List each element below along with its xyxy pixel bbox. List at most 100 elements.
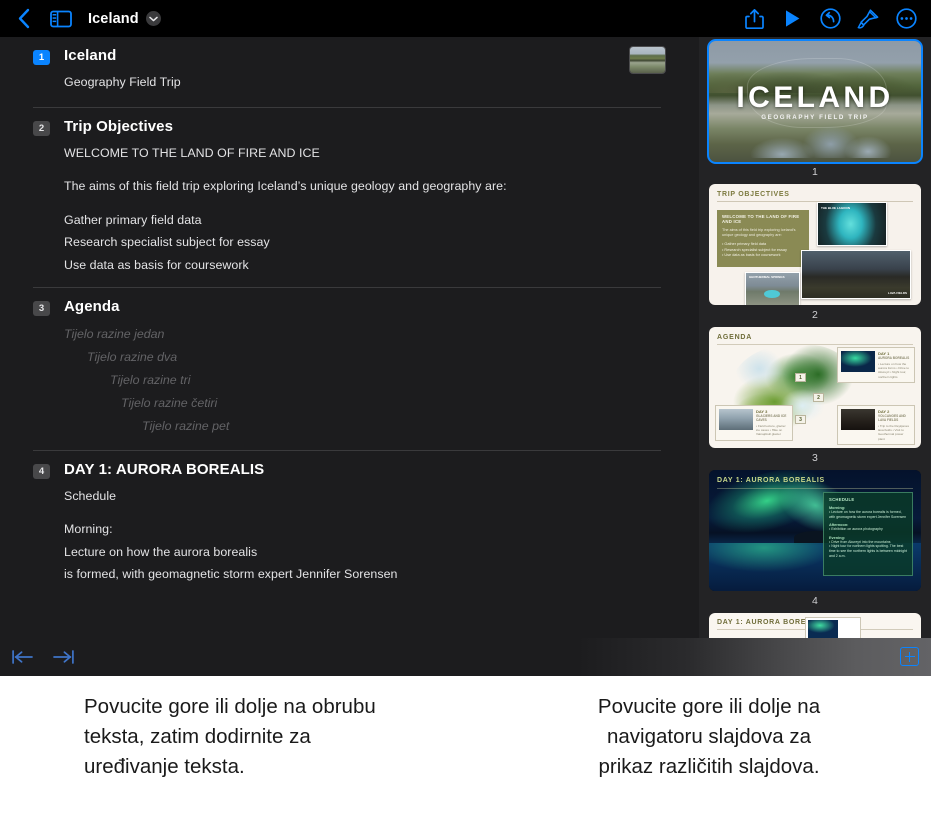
card-subtitle: VOLCANOES AND LAVA FIELDS — [878, 414, 906, 422]
slide-number-badge[interactable]: 1 — [33, 50, 50, 65]
card-subtitle: AURORA BOREALIS — [878, 356, 910, 360]
schedule-item: • Exhibition on aurora photography — [829, 527, 883, 532]
outline-slide-title[interactable]: DAY 1: AURORA BOREALIS — [64, 461, 264, 478]
ellipsis-circle-icon[interactable] — [887, 2, 925, 36]
text-box: WELCOME TO THE LAND OF FIRE AND ICE The … — [717, 210, 809, 267]
outline-placeholder-line[interactable]: Tijelo razine tri — [64, 369, 699, 392]
outline-slide-title[interactable]: Iceland — [64, 47, 116, 64]
text-box-bullet: • Use data as basis for coursework — [722, 253, 781, 258]
agenda-card-day3: DAY 3 GLACIERS AND ICE CAVES • Field lec… — [715, 405, 793, 441]
slide-number-badge[interactable]: 3 — [33, 300, 50, 316]
outline-slide-3[interactable]: 3 Agenda Tijelo razine jedan Tijelo razi… — [0, 288, 699, 451]
outline-slide-2[interactable]: 2 Trip Objectives WELCOME TO THE LAND OF… — [0, 108, 699, 288]
photo-lava-fields: LAVA FIELDS — [801, 250, 911, 299]
agenda-card-day1: DAY 1 AURORA BOREALIS • Lecture on how t… — [837, 347, 915, 383]
outline-text-line[interactable]: Schedule — [64, 485, 699, 508]
slide-hero-subtitle: GEOGRAPHY FIELD TRIP — [761, 113, 869, 121]
navigator-slide-2[interactable]: TRIP OBJECTIVES WELCOME TO THE LAND OF F… — [709, 184, 921, 321]
slide-thumbnail[interactable]: ICELAND GEOGRAPHY FIELD TRIP — [707, 39, 923, 164]
outline-text-line[interactable]: Lecture on how the aurora borealis — [64, 541, 699, 564]
play-icon[interactable] — [773, 2, 811, 36]
slide-number-badge[interactable]: 2 — [33, 120, 50, 136]
indent-controls — [8, 638, 78, 676]
outline-text-line[interactable]: The aims of this field trip exploring Ic… — [64, 175, 699, 198]
slide-thumbnail[interactable]: AGENDA 1 2 3 DAY 1 AURORA BOREALIS • Lec… — [709, 327, 921, 448]
outline-placeholder-line[interactable]: Tijelo razine dva — [64, 346, 699, 369]
outline-slide-header: 2 Trip Objectives — [0, 108, 699, 136]
header-rule — [717, 488, 913, 489]
top-toolbar: Iceland — [0, 0, 931, 37]
outline-slide-header: 3 Agenda — [0, 288, 699, 316]
back-button[interactable] — [4, 2, 42, 36]
partial-slide-art: DAY 1: AURORA BOREALIS — [709, 613, 921, 638]
outline-slide-4[interactable]: 4 DAY 1: AURORA BOREALIS Schedule Mornin… — [0, 451, 699, 586]
outline-text-line[interactable]: is formed, with geomagnetic storm expert… — [64, 563, 699, 586]
share-icon[interactable] — [735, 2, 773, 36]
undo-icon[interactable] — [811, 2, 849, 36]
card-thumbnail-volcano — [841, 409, 875, 430]
media-placeholder — [805, 617, 861, 638]
outline-text-line[interactable]: WELCOME TO THE LAND OF FIRE AND ICE — [64, 142, 699, 165]
outline-text-line[interactable]: Gather primary field data — [64, 209, 699, 232]
slide-header: TRIP OBJECTIVES — [717, 191, 790, 198]
outline-placeholder-line[interactable]: Tijelo razine četiri — [64, 392, 699, 415]
outline-placeholder-line[interactable]: Tijelo razine pet — [64, 415, 699, 438]
outline-placeholder-line[interactable]: Tijelo razine jedan — [64, 323, 699, 346]
outline-text-line[interactable]: Use data as basis for coursework — [64, 254, 699, 277]
navigator-slide-5[interactable]: DAY 1: AURORA BOREALIS 5 — [709, 613, 921, 638]
indent-icon[interactable] — [48, 642, 78, 672]
keynote-window: Iceland 1 Iceland Geography Field Trip 2… — [0, 0, 931, 676]
outline-text-line[interactable]: Geography Field Trip — [64, 65, 699, 107]
photo-caption: LAVA FIELDS — [887, 291, 907, 295]
schedule-text-box: SCHEDULE Morning: • Lecture on how the a… — [823, 492, 913, 576]
navigator-slide-number: 4 — [811, 595, 819, 607]
photo-geothermal-springs: GEOTHERMAL SPRINGS — [745, 272, 800, 305]
photo-caption: THE BLUE LAGOON — [821, 206, 850, 210]
outline-text-line[interactable]: Morning: — [64, 518, 699, 541]
callout-text-right: Povucite gore ili dolje na navigatoru sl… — [597, 695, 821, 778]
hot-pool-shape — [764, 289, 780, 298]
navigator-slide-4[interactable]: DAY 1: AURORA BOREALIS SCHEDULE Morning:… — [709, 470, 921, 607]
outdent-icon[interactable] — [8, 642, 38, 672]
outline-slide-title[interactable]: Agenda — [64, 298, 120, 315]
hero-slide-art: ICELAND GEOGRAPHY FIELD TRIP — [709, 41, 921, 162]
slide-number-badge[interactable]: 4 — [33, 463, 50, 479]
schedule-item: • Night tour for northern lights spottin… — [829, 544, 908, 558]
card-text: DAY 1 AURORA BOREALIS • Lecture on how t… — [878, 351, 911, 379]
landscape-art — [630, 47, 665, 73]
card-body: • Field lecture, glacier ice caves • Hik… — [756, 424, 786, 437]
agenda-slide-art: AGENDA 1 2 3 DAY 1 AURORA BOREALIS • Lec… — [709, 327, 921, 448]
outline-slide-body: Geography Field Trip — [0, 65, 699, 107]
navigator-slide-3[interactable]: AGENDA 1 2 3 DAY 1 AURORA BOREALIS • Lec… — [709, 327, 921, 464]
outline-slide-body: Schedule Morning: Lecture on how the aur… — [0, 479, 699, 586]
slide-thumbnail[interactable]: DAY 1: AURORA BOREALIS SCHEDULE Morning:… — [709, 470, 921, 591]
outline-slide-header: 4 DAY 1: AURORA BOREALIS — [0, 451, 699, 479]
aurora-thumbnail-small — [808, 620, 838, 638]
outline-pane[interactable]: 1 Iceland Geography Field Trip 2 Trip Ob… — [0, 37, 699, 638]
card-body: • Trip to the Reykjanes lava fields • Vi… — [878, 424, 910, 441]
schedule-item: • Lecture on how the aurora borealis is … — [829, 510, 907, 519]
slide-navigator[interactable]: ICELAND GEOGRAPHY FIELD TRIP 1 TRIP OBJE… — [699, 37, 931, 638]
navigator-slide-number: 1 — [811, 166, 819, 178]
outline-text-spacer — [64, 507, 699, 518]
add-slide-icon[interactable] — [900, 647, 919, 666]
slide-thumbnail[interactable]: TRIP OBJECTIVES WELCOME TO THE LAND OF F… — [709, 184, 921, 305]
callout-text-left: Povucite gore ili dolje na obrubu teksta… — [84, 695, 376, 778]
navigator-slide-1[interactable]: ICELAND GEOGRAPHY FIELD TRIP 1 — [707, 39, 923, 178]
landscape-thumbnail[interactable] — [629, 46, 666, 74]
paintbrush-icon[interactable] — [849, 2, 887, 36]
toolbar-right-group — [735, 0, 925, 37]
outline-slide-1[interactable]: 1 Iceland Geography Field Trip — [0, 37, 699, 108]
screenshot-root: Iceland 1 Iceland Geography Field Trip 2… — [0, 0, 931, 838]
outline-text-spacer — [64, 164, 699, 175]
outline-slide-title[interactable]: Trip Objectives — [64, 118, 173, 135]
outline-text-spacer — [64, 198, 699, 209]
agenda-card-day2: DAY 2 VOLCANOES AND LAVA FIELDS • Trip t… — [837, 405, 915, 445]
bottom-toolbar — [0, 638, 931, 676]
outline-text-line[interactable]: Research specialist subject for essay — [64, 231, 699, 254]
card-thumbnail-glacier — [719, 409, 753, 430]
page-title[interactable]: Iceland — [88, 11, 139, 27]
slide-thumbnail[interactable]: DAY 1: AURORA BOREALIS — [709, 613, 921, 638]
chevron-down-icon[interactable] — [145, 11, 161, 26]
sidebar-toggle-icon[interactable] — [42, 2, 80, 36]
